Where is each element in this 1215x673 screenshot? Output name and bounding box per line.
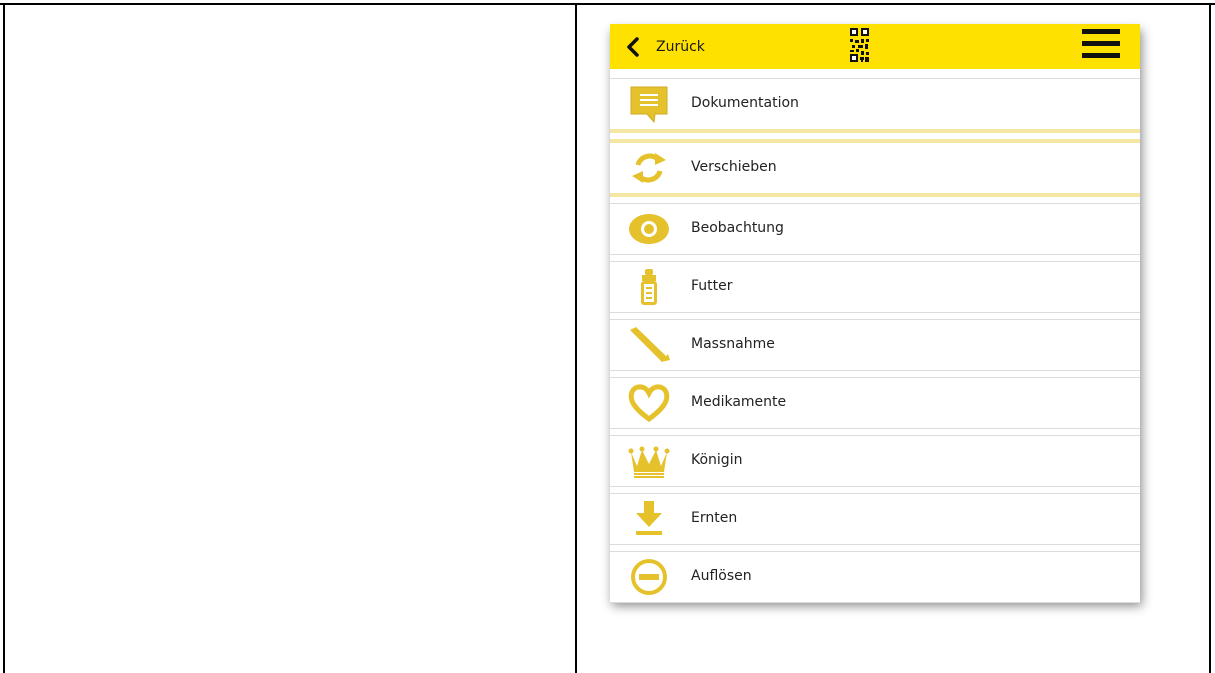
menu-item-beobachtung[interactable]: Beobachtung xyxy=(610,203,1140,255)
menu-bar-bottom xyxy=(1082,53,1120,58)
menu-item-medikamente[interactable]: Medikamente xyxy=(610,377,1140,429)
document-page: Zurück Dokumentation Verschieben Beobach… xyxy=(0,0,1215,673)
menu-item-dokumentation[interactable]: Dokumentation xyxy=(610,78,1140,133)
menu-item-label: Ernten xyxy=(691,510,738,526)
menu-bar-middle xyxy=(1082,41,1120,46)
back-button[interactable]: Zurück xyxy=(626,32,705,62)
menu-item-massnahme[interactable]: Massnahme xyxy=(610,319,1140,371)
menu-item-label: Futter xyxy=(691,278,733,294)
menu-item-koenigin[interactable]: Königin xyxy=(610,435,1140,487)
menu-item-label: Verschieben xyxy=(691,159,777,175)
table-border-middle xyxy=(575,3,577,673)
menu-item-ernten[interactable]: Ernten xyxy=(610,493,1140,545)
crown-icon xyxy=(628,442,670,480)
menu-item-label: Massnahme xyxy=(691,336,775,352)
sync-arrows-icon xyxy=(628,149,670,187)
menu-item-label: Auflösen xyxy=(691,568,752,584)
app-header: Zurück xyxy=(610,24,1140,69)
download-arrow-icon xyxy=(628,500,670,538)
hive-tool-icon xyxy=(628,326,670,364)
qr-code-icon[interactable] xyxy=(850,28,869,62)
menu-bar-top xyxy=(1082,29,1120,34)
menu-item-label: Dokumentation xyxy=(691,95,799,111)
menu-item-label: Königin xyxy=(691,452,743,468)
eye-icon xyxy=(628,210,670,248)
minus-circle-icon xyxy=(628,558,670,596)
action-menu-list: Dokumentation Verschieben Beobachtung Fu… xyxy=(610,69,1140,609)
menu-item-label: Beobachtung xyxy=(691,220,784,236)
app-screenshot: Zurück Dokumentation Verschieben Beobach… xyxy=(610,24,1140,603)
speech-bubble-icon xyxy=(628,85,670,123)
table-border-left xyxy=(3,3,5,673)
heart-icon xyxy=(628,384,670,422)
table-border-right xyxy=(1209,3,1211,673)
menu-item-label: Medikamente xyxy=(691,394,787,410)
chevron-left-icon xyxy=(627,37,639,57)
back-label: Zurück xyxy=(656,39,705,55)
bottle-icon xyxy=(628,268,670,306)
menu-item-verschieben[interactable]: Verschieben xyxy=(610,139,1140,197)
menu-item-aufloesen[interactable]: Auflösen xyxy=(610,551,1140,603)
hamburger-menu-button[interactable] xyxy=(1082,29,1120,61)
table-border-top xyxy=(0,3,1215,5)
menu-item-futter[interactable]: Futter xyxy=(610,261,1140,313)
